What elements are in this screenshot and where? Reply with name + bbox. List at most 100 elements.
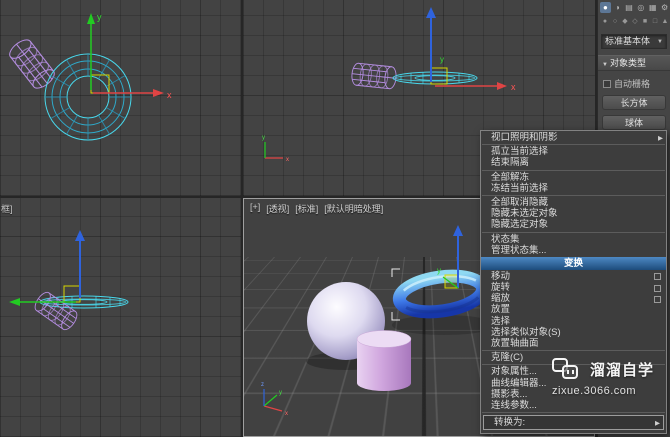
wireframe-scene-left-view: [0, 198, 241, 437]
tab-create[interactable]: ●: [600, 2, 611, 13]
torus-wireframe[interactable]: [45, 54, 131, 140]
axis-y-label: y: [97, 12, 102, 22]
category-dropdown-value: 标准基本体: [605, 35, 650, 48]
viewport-menu-pov[interactable]: [透视]: [266, 202, 289, 215]
autogrid-label: 自动栅格: [614, 77, 650, 90]
menu-item-wire-parameters[interactable]: 连线参数...: [481, 400, 666, 411]
axis-y-label: y: [440, 55, 444, 64]
menu-item-end-isolate[interactable]: 结束隔离: [481, 157, 666, 168]
axis-y-label: y: [437, 266, 441, 275]
menu-item-freeze-selection[interactable]: 冻结当前选择: [481, 183, 666, 194]
category-helpers-icon[interactable]: ■: [641, 17, 649, 26]
viewport-menu-general[interactable]: [+]: [250, 202, 260, 215]
category-geometry-icon[interactable]: ●: [601, 17, 609, 26]
svg-text:z: z: [261, 382, 264, 388]
menu-item-convert-to[interactable]: 转换为: ▶: [483, 415, 664, 430]
rollout-title: 对象类型: [610, 58, 646, 68]
category-systems-icon[interactable]: ▲: [661, 17, 669, 26]
submenu-arrow-icon: ▶: [658, 133, 663, 144]
menu-item-label: 冻结当前选择: [491, 183, 548, 194]
cylinder-shaded[interactable]: [357, 331, 411, 392]
menu-item-isolate-selection[interactable]: 孤立当前选择: [481, 146, 666, 157]
category-spacewarps-icon[interactable]: □: [651, 17, 659, 26]
rollout-object-type[interactable]: ▼对象类型: [598, 55, 670, 71]
menu-item-label: 管理状态集...: [491, 245, 546, 256]
axis-x-label: x: [167, 90, 172, 100]
axis-x-label: x: [511, 82, 516, 92]
autogrid-checkbox[interactable]: [603, 80, 611, 88]
menu-item-label: 孤立当前选择: [491, 146, 548, 157]
menu-item-label: 全部取消隐藏: [491, 197, 548, 208]
menu-separator: [482, 170, 665, 171]
axis-tripod: x y z: [261, 382, 288, 417]
menu-separator: [482, 195, 665, 196]
cylinder-wireframe[interactable]: [351, 63, 397, 90]
menu-separator: [482, 412, 665, 413]
command-panel-tabs: ● ◑ ▤ ◎ ▦ ⚙: [598, 0, 670, 13]
settings-box-icon[interactable]: [654, 296, 661, 303]
menu-item-label: 状态集: [491, 234, 520, 245]
menu-item-label: 隐藏选定对象: [491, 219, 548, 230]
viewport-label-partial[interactable]: 框]: [1, 202, 13, 215]
cylinder-wireframe[interactable]: [7, 36, 58, 91]
settings-box-icon[interactable]: [654, 273, 661, 280]
viewport-menu-standard[interactable]: [标准]: [295, 202, 318, 215]
tab-modify[interactable]: ◑: [612, 2, 623, 13]
3dsmax-window: y x: [0, 0, 670, 437]
menu-item-select-similar[interactable]: 选择类似对象(S): [481, 327, 666, 338]
menu-item-hide-selection[interactable]: 隐藏选定对象: [481, 219, 666, 230]
menu-item-move[interactable]: 移动: [481, 271, 666, 282]
menu-item-manage-state-sets[interactable]: 管理状态集...: [481, 245, 666, 256]
watermark-logo-icon: [552, 358, 584, 384]
menu-item-place-pivot-surface[interactable]: 放置轴曲面: [481, 338, 666, 349]
menu-item-label: 缩放: [491, 293, 510, 304]
category-shapes-icon[interactable]: ○: [611, 17, 619, 26]
watermark: 溜溜自学 zixue.3066.com: [552, 358, 654, 397]
tab-utilities[interactable]: ⚙: [659, 2, 670, 13]
svg-text:y: y: [279, 390, 282, 396]
menu-separator: [482, 232, 665, 233]
menu-item-select[interactable]: 选择: [481, 316, 666, 327]
menu-item-label: 克隆(C): [491, 352, 523, 363]
dropdown-arrow-icon: ▼: [657, 35, 663, 48]
svg-text:y: y: [262, 135, 265, 141]
category-lights-icon[interactable]: ◆: [621, 17, 629, 26]
menu-item-label: 全部解冻: [491, 172, 529, 183]
move-gizmo[interactable]: [9, 230, 85, 306]
box-button[interactable]: 长方体: [602, 95, 666, 110]
viewport-top-left[interactable]: y x: [0, 0, 241, 196]
svg-text:x: x: [286, 157, 289, 163]
autogrid-row: 自动栅格: [603, 77, 670, 90]
menu-item-label: 选择类似对象(S): [491, 327, 561, 338]
menu-item-hide-unselected[interactable]: 隐藏未选定对象: [481, 208, 666, 219]
menu-item-scale[interactable]: 缩放: [481, 293, 666, 304]
menu-item-label: 转换为:: [494, 417, 525, 428]
tab-hierarchy[interactable]: ▤: [624, 2, 635, 13]
menu-item-label: 对象属性...: [491, 366, 537, 377]
axis-tripod: x y: [262, 135, 289, 163]
rollout-arrow-icon: ▼: [602, 62, 608, 68]
menu-item-label: 移动: [491, 271, 510, 282]
menu-item-unhide-all[interactable]: 全部取消隐藏: [481, 197, 666, 208]
quad-title-transform: 变换: [481, 257, 666, 270]
menu-item-placement[interactable]: 放置: [481, 304, 666, 315]
submenu-arrow-icon: ▶: [655, 417, 660, 430]
menu-item-label: 摄影表...: [491, 389, 527, 400]
tab-display[interactable]: ▦: [647, 2, 658, 13]
torus-wireframe[interactable]: [393, 72, 477, 84]
menu-item-state-sets[interactable]: 状态集: [481, 234, 666, 245]
category-cameras-icon[interactable]: ◇: [631, 17, 639, 26]
torus-shaded[interactable]: [397, 271, 485, 316]
menu-item-label: 视口照明和阴影: [491, 132, 558, 143]
category-dropdown[interactable]: 标准基本体 ▼: [601, 34, 667, 49]
svg-text:x: x: [285, 411, 288, 417]
menu-item-rotate[interactable]: 旋转: [481, 282, 666, 293]
settings-box-icon[interactable]: [654, 285, 661, 292]
menu-item-viewport-lighting[interactable]: 视口照明和阴影 ▶: [481, 132, 666, 143]
menu-item-unfreeze-all[interactable]: 全部解冻: [481, 172, 666, 183]
viewport-menu-shading[interactable]: [默认明暗处理]: [324, 202, 383, 215]
sphere-button[interactable]: 球体: [602, 115, 666, 130]
viewport-bottom-left[interactable]: 框]: [0, 198, 241, 437]
tab-motion[interactable]: ◎: [635, 2, 646, 13]
watermark-brand: 溜溜自学: [590, 358, 654, 384]
